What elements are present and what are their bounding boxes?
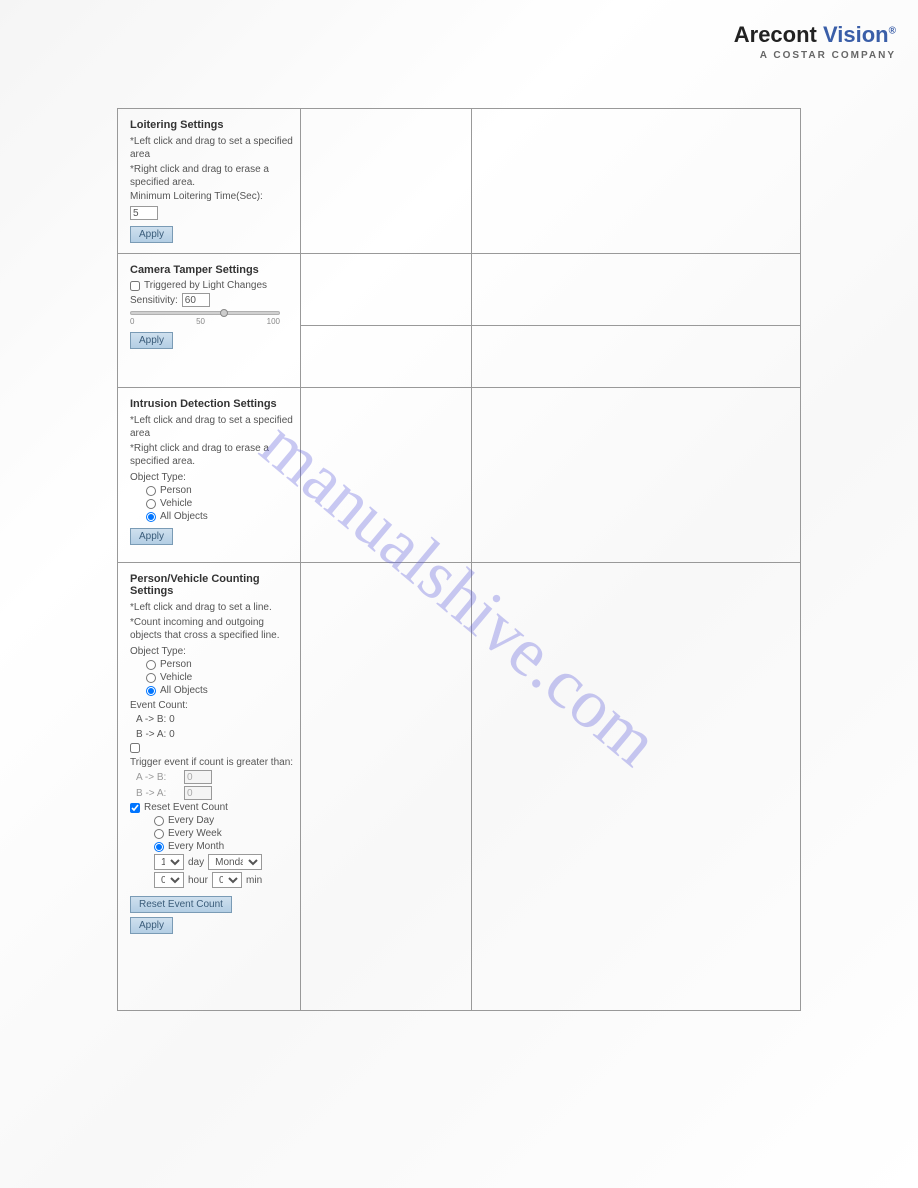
sensitivity-label: Sensitivity: <box>130 295 178 306</box>
apply-button[interactable]: Apply <box>130 332 173 349</box>
loitering-note1: *Left click and drag to set a specified … <box>130 135 294 161</box>
tamper-title: Camera Tamper Settings <box>130 264 294 276</box>
intrusion-note1: *Left click and drag to set a specified … <box>130 414 294 440</box>
intrusion-person-radio[interactable] <box>146 486 156 496</box>
atob-input[interactable] <box>184 770 212 784</box>
min-loitering-input[interactable] <box>130 206 158 220</box>
min-unit: min <box>246 875 262 886</box>
intrusion-all-radio[interactable] <box>146 512 156 522</box>
scale-50: 50 <box>196 317 205 326</box>
triggered-light-checkbox[interactable] <box>130 281 140 291</box>
counting-obj-label: Object Type: <box>130 646 294 657</box>
atob-label: A -> B: <box>136 772 180 783</box>
hour-num-select[interactable]: 0 <box>154 872 184 888</box>
apply-button[interactable]: Apply <box>130 528 173 545</box>
count-btoa: B -> A: 0 <box>130 728 294 741</box>
scale-0: 0 <box>130 317 134 326</box>
reset-event-count-button[interactable]: Reset Event Count <box>130 896 232 913</box>
every-month-radio[interactable] <box>154 842 164 852</box>
min-num-select[interactable]: 0 <box>212 872 242 888</box>
intrusion-obj-label: Object Type: <box>130 472 294 483</box>
tamper-panel: Camera Tamper Settings Triggered by Ligh… <box>118 254 300 359</box>
loitering-panel: Loitering Settings *Left click and drag … <box>118 109 300 253</box>
scale-100: 100 <box>267 317 280 326</box>
opt-vehicle: Vehicle <box>160 498 192 509</box>
trigger-event-checkbox[interactable] <box>130 743 140 753</box>
opt-all-c: All Objects <box>160 685 208 696</box>
counting-note2: *Count incoming and outgoing objects tha… <box>130 616 294 642</box>
counting-vehicle-radio[interactable] <box>146 673 156 683</box>
counting-title: Person/Vehicle Counting Settings <box>130 573 294 597</box>
logo-subtitle: A COSTAR COMPANY <box>734 50 896 61</box>
intrusion-title: Intrusion Detection Settings <box>130 398 294 410</box>
opt-all: All Objects <box>160 511 208 522</box>
sensitivity-slider[interactable]: 0 50 100 <box>130 311 280 326</box>
triggered-light-label: Triggered by Light Changes <box>144 280 267 291</box>
sensitivity-input[interactable] <box>182 293 210 307</box>
counting-person-radio[interactable] <box>146 660 156 670</box>
opt-person: Person <box>160 485 192 496</box>
opt-vehicle-c: Vehicle <box>160 672 192 683</box>
btoa-input[interactable] <box>184 786 212 800</box>
loitering-note2: *Right click and drag to erase a specifi… <box>130 163 294 189</box>
event-count-label: Event Count: <box>130 700 294 711</box>
logo-vision: Vision <box>823 22 889 47</box>
day-num-select[interactable]: 1 <box>154 854 184 870</box>
settings-grid: Loitering Settings *Left click and drag … <box>117 108 801 1011</box>
logo-reg: ® <box>889 26 896 37</box>
hour-unit: hour <box>188 875 208 886</box>
day-unit: day <box>188 857 204 868</box>
intrusion-panel: Intrusion Detection Settings *Left click… <box>118 388 300 555</box>
every-week-label: Every Week <box>168 828 222 839</box>
logo-arecont: Arecont <box>734 22 817 47</box>
apply-button[interactable]: Apply <box>130 917 173 934</box>
brand-logo: Arecont Vision® A COSTAR COMPANY <box>734 22 896 61</box>
min-loitering-label: Minimum Loitering Time(Sec): <box>130 191 263 202</box>
every-day-radio[interactable] <box>154 816 164 826</box>
count-atob: A -> B: 0 <box>130 713 294 726</box>
trigger-event-label: Trigger event if count is greater than: <box>130 757 293 768</box>
every-month-label: Every Month <box>168 841 224 852</box>
counting-note1: *Left click and drag to set a line. <box>130 601 294 614</box>
reset-count-label: Reset Event Count <box>144 802 228 813</box>
counting-all-radio[interactable] <box>146 686 156 696</box>
every-week-radio[interactable] <box>154 829 164 839</box>
apply-button[interactable]: Apply <box>130 226 173 243</box>
loitering-title: Loitering Settings <box>130 119 294 131</box>
opt-person-c: Person <box>160 659 192 670</box>
intrusion-note2: *Right click and drag to erase a specifi… <box>130 442 294 468</box>
counting-panel: Person/Vehicle Counting Settings *Left c… <box>118 563 300 944</box>
weekday-select[interactable]: Monday <box>208 854 262 870</box>
btoa-label: B -> A: <box>136 788 180 799</box>
every-day-label: Every Day <box>168 815 214 826</box>
intrusion-vehicle-radio[interactable] <box>146 499 156 509</box>
reset-count-checkbox[interactable] <box>130 803 140 813</box>
